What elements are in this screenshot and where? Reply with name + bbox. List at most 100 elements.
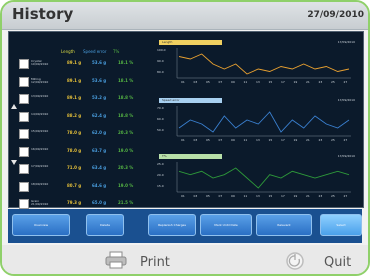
chart-legend: Length bbox=[159, 40, 222, 45]
row-label: 17/09/2010 bbox=[31, 164, 49, 168]
row-label: Milling 12/09/2010 bbox=[31, 76, 49, 84]
x-tick-label: 03 bbox=[194, 80, 198, 84]
quit-button[interactable]: Quit bbox=[324, 255, 351, 270]
relevant-button[interactable]: Relevant bbox=[256, 214, 312, 236]
x-tick-label: 05 bbox=[206, 194, 210, 198]
select-button[interactable]: Select bbox=[320, 214, 362, 236]
x-tick-label: 23 bbox=[319, 194, 323, 198]
y-tick-label: 60.0 bbox=[157, 117, 164, 121]
x-tick-label: 03 bbox=[194, 138, 198, 142]
list-item[interactable]: Milling 12/09/2010 89.1 g 53.6 g 18.1 % bbox=[19, 76, 161, 87]
row-length-value: 88.2 g bbox=[67, 112, 82, 118]
overview-button[interactable]: Overview bbox=[12, 214, 70, 236]
replenish-charges-button[interactable]: Replenish Charges bbox=[148, 214, 196, 236]
printer-icon[interactable] bbox=[105, 251, 127, 269]
current-date: 27/09/2010 bbox=[307, 10, 364, 20]
x-tick-label: 17 bbox=[281, 138, 285, 142]
chart-date-label: 17/09/2010 bbox=[337, 154, 355, 158]
row-percent-value: 18.8 % bbox=[118, 95, 134, 100]
list-item[interactable]: 18/09/2010 80.7 g 64.6 g 19.0 % bbox=[19, 181, 161, 192]
y-tick-label: 20.0 bbox=[157, 173, 164, 177]
row-length-value: 78.0 g bbox=[67, 147, 82, 153]
list-item[interactable]: 13/09/2010 89.1 g 53.2 g 18.8 % bbox=[19, 94, 161, 104]
y-tick-label: 90.0 bbox=[157, 59, 164, 63]
x-tick-label: 13 bbox=[256, 80, 260, 84]
chart-legend: Speed error bbox=[159, 98, 222, 103]
y-tick-label: 100.0 bbox=[157, 48, 166, 52]
x-tick-label: 05 bbox=[206, 138, 210, 142]
x-tick-label: 01 bbox=[181, 138, 185, 142]
scroll-up-icon[interactable] bbox=[11, 104, 17, 109]
x-tick-label: 05 bbox=[206, 80, 210, 84]
row-checkbox[interactable] bbox=[19, 59, 29, 69]
chart-series-line bbox=[178, 167, 350, 189]
column-header-percent: T% bbox=[113, 49, 120, 54]
column-header-speed: Speed error bbox=[83, 49, 107, 54]
print-button[interactable]: Print bbox=[140, 255, 170, 270]
row-checkbox[interactable] bbox=[19, 94, 29, 104]
title-bar: History 27/09/2010 bbox=[2, 2, 368, 30]
row-percent-value: 19.0 % bbox=[118, 147, 134, 153]
row-label: 18/09/2010 bbox=[31, 181, 49, 186]
history-chart: 01 03 05 07 09 11 13 15 17 19 21 23 25 27 T% 17/09/2010… bbox=[153, 154, 357, 198]
row-checkbox[interactable] bbox=[19, 129, 29, 139]
chart-axis bbox=[176, 48, 351, 79]
row-checkbox[interactable] bbox=[19, 146, 29, 157]
x-tick-label: 13 bbox=[256, 194, 260, 198]
row-label: 15/09/2010 bbox=[31, 129, 49, 133]
chart-date-label: 17/09/2010 bbox=[337, 40, 355, 44]
chart-date-label: 17/09/2010 bbox=[337, 98, 355, 102]
row-label: 16/09/2010 bbox=[31, 146, 49, 151]
list-item[interactable]: 16/09/2010 78.0 g 63.7 g 19.0 % bbox=[19, 146, 161, 157]
row-speed-value: 62.0 g bbox=[92, 130, 107, 135]
x-tick-label: 07 bbox=[219, 194, 223, 198]
y-tick-label: 70.0 bbox=[157, 106, 164, 110]
row-speed-value: 63.7 g bbox=[92, 147, 107, 153]
row-speed-value: 53.6 g bbox=[92, 77, 107, 83]
list-item[interactable]: Grain 21/09/2010 79.3 g 65.0 g 21.5 % bbox=[19, 199, 161, 209]
row-checkbox[interactable] bbox=[19, 164, 29, 174]
x-tick-label: 07 bbox=[219, 138, 223, 142]
x-tick-label: 23 bbox=[319, 138, 323, 142]
x-tick-label: 27 bbox=[344, 194, 348, 198]
delete-button[interactable]: Delete bbox=[86, 214, 124, 236]
mark-until-date-button[interactable]: Mark Until Date bbox=[200, 214, 252, 236]
x-tick-label: 27 bbox=[344, 80, 348, 84]
app-frame: History 27/09/2010 Length Speed error T%… bbox=[0, 0, 370, 276]
row-length-value: 89.1 g bbox=[67, 60, 82, 65]
list-item[interactable]: 17/09/2010 71.0 g 63.4 g 20.3 % bbox=[19, 164, 161, 174]
chart-axis bbox=[176, 106, 351, 137]
chart-plot: 01 03 05 07 09 11 13 15 17 19 21 23 25 27 bbox=[176, 162, 351, 198]
bottom-bar bbox=[2, 245, 368, 274]
row-checkbox[interactable] bbox=[19, 76, 29, 87]
list-item[interactable]: 14/09/2010 88.2 g 62.4 g 18.8 % bbox=[19, 111, 161, 122]
y-tick-label: 15.0 bbox=[157, 184, 164, 188]
row-checkbox[interactable] bbox=[19, 111, 29, 122]
row-checkbox[interactable] bbox=[19, 199, 29, 209]
list-item[interactable]: 15/09/2010 78.0 g 62.0 g 20.3 % bbox=[19, 129, 161, 139]
x-tick-label: 19 bbox=[294, 138, 298, 142]
row-speed-value: 53.6 g bbox=[92, 60, 107, 65]
chart-plot: 01 03 05 07 09 11 13 15 17 19 21 23 25 27 bbox=[176, 106, 351, 142]
row-percent-value: 18.8 % bbox=[118, 112, 134, 118]
x-tick-label: 25 bbox=[331, 194, 335, 198]
row-percent-value: 18.1 % bbox=[118, 60, 134, 65]
scroll-down-icon[interactable] bbox=[11, 160, 17, 165]
row-speed-value: 62.4 g bbox=[92, 112, 107, 118]
quit-icon[interactable] bbox=[285, 251, 305, 271]
row-length-value: 78.0 g bbox=[67, 130, 82, 135]
chart-plot: 01 03 05 07 09 11 13 15 17 19 21 23 25 27 bbox=[176, 48, 351, 84]
chart-axis bbox=[176, 162, 351, 193]
y-tick-label: 50.0 bbox=[157, 128, 164, 132]
history-chart: 01 03 05 07 09 11 13 15 17 19 21 23 25 27 Speed error 1… bbox=[153, 98, 357, 142]
chart-series-line bbox=[178, 111, 350, 133]
column-header-length: Length bbox=[61, 49, 75, 54]
x-tick-label: 07 bbox=[219, 80, 223, 84]
row-speed-value: 53.2 g bbox=[92, 95, 107, 100]
x-tick-label: 09 bbox=[231, 80, 235, 84]
row-length-value: 89.1 g bbox=[67, 77, 82, 83]
list-item[interactable]: Crystal 10/09/2010 89.1 g 53.6 g 18.1 % bbox=[19, 59, 161, 69]
row-length-value: 71.0 g bbox=[67, 165, 82, 170]
page-title: History bbox=[12, 5, 74, 23]
row-checkbox[interactable] bbox=[19, 181, 29, 192]
